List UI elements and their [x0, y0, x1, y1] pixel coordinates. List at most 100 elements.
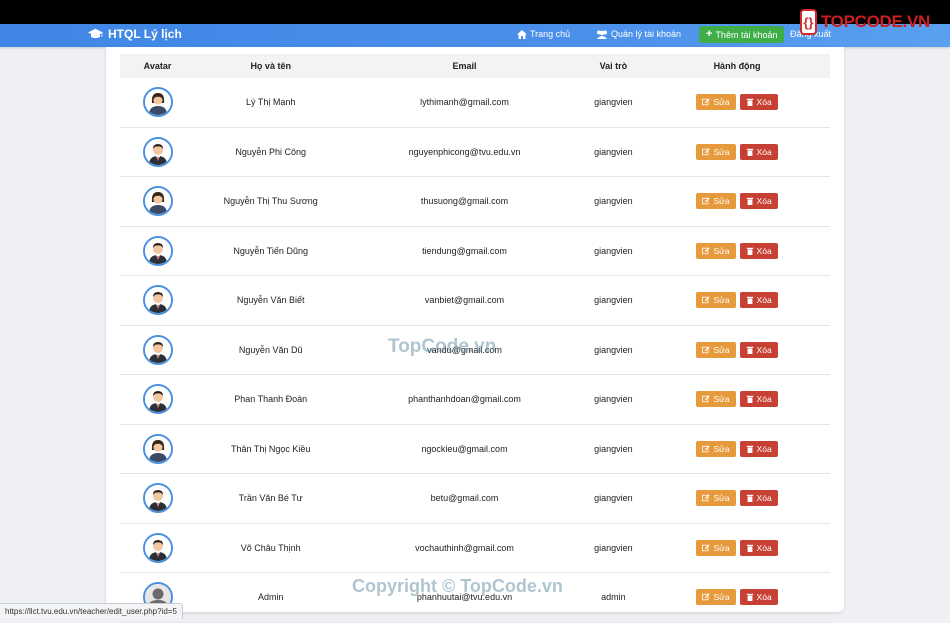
table-row: Nguyễn Thị Thu Sương thusuong@gmail.com gi…	[120, 176, 830, 227]
edit-button[interactable]: Sửa	[696, 193, 736, 210]
topcode-logo-icon: {}	[800, 9, 817, 35]
actions-cell: Sửa Xóa	[644, 127, 830, 177]
actions-cell: Sửa Xóa	[644, 325, 830, 375]
delete-label: Xóa	[756, 344, 772, 355]
delete-label: Xóa	[756, 542, 772, 553]
delete-button[interactable]: Xóa	[739, 490, 778, 507]
user-role: giangvien	[582, 127, 645, 177]
edit-label: Sửa	[713, 592, 730, 603]
user-name: Lý Thị Mạnh	[195, 78, 347, 128]
avatar	[142, 433, 173, 464]
actions-cell: Sửa Xóa	[644, 275, 830, 326]
edit-button[interactable]: Sửa	[696, 341, 736, 358]
edit-button[interactable]: Sửa	[696, 490, 736, 507]
user-role: giangvien	[582, 226, 645, 276]
edit-button[interactable]: Sửa	[696, 589, 736, 606]
user-email: vanbiet@gmail.com	[346, 275, 583, 326]
users-icon	[597, 30, 607, 39]
trash-icon	[746, 247, 753, 255]
user-email: tiendung@gmail.com	[346, 226, 583, 276]
user-email: phanthanhdoan@gmail.com	[346, 374, 583, 425]
edit-button[interactable]: Sửa	[696, 292, 736, 309]
avatar-cell	[120, 424, 196, 474]
delete-button[interactable]: Xóa	[739, 143, 778, 160]
edit-icon	[702, 197, 711, 205]
nav-accounts[interactable]: Quản lý tài khoản	[596, 29, 681, 39]
user-role: giangvien	[582, 325, 645, 375]
delete-button[interactable]: Xóa	[739, 539, 778, 556]
delete-button[interactable]: Xóa	[739, 242, 778, 259]
user-role: admin	[582, 572, 645, 623]
watermark-center: TopCode.vn	[388, 336, 497, 357]
user-role: giangvien	[582, 424, 645, 474]
graduation-cap-icon	[88, 28, 103, 39]
edit-button[interactable]: Sửa	[696, 94, 736, 111]
avatar	[142, 384, 173, 415]
delete-label: Xóa	[756, 245, 772, 256]
edit-button[interactable]: Sửa	[696, 143, 736, 160]
user-role: giangvien	[582, 473, 645, 524]
user-name: Nguyễn Thị Thu Sương	[195, 176, 347, 227]
actions-cell: Sửa Xóa	[644, 424, 830, 474]
header-name: Họ và tên	[195, 54, 347, 78]
watermark-bottom: Copyright © TopCode.vn	[352, 576, 563, 596]
edit-icon	[702, 494, 711, 502]
delete-button[interactable]: Xóa	[739, 94, 778, 111]
trash-icon	[746, 544, 753, 552]
table-row: Nguyễn Văn Biết vanbiet@gmail.com giangvie…	[120, 275, 830, 326]
user-name: Admin	[195, 572, 347, 623]
actions-cell: Sửa Xóa	[644, 473, 830, 524]
brand[interactable]: HTQL Lý lịch	[88, 27, 182, 41]
edit-button[interactable]: Sửa	[696, 539, 736, 556]
edit-icon	[702, 247, 711, 254]
trash-icon	[746, 148, 753, 156]
trash-icon	[746, 445, 753, 453]
topcode-logo: {} TOPCODE.VN	[800, 8, 930, 36]
add-account-button[interactable]: + Thêm tài khoản	[699, 26, 785, 43]
avatar	[142, 186, 173, 217]
topcode-logo-text: TOPCODE.VN	[820, 12, 930, 31]
avatar	[142, 483, 173, 514]
home-icon	[517, 29, 527, 39]
actions-cell: Sửa Xóa	[644, 176, 830, 227]
trash-icon	[746, 99, 753, 107]
user-email: thusuong@gmail.com	[346, 176, 583, 227]
user-name: Thân Thị Ngọc Kiều	[195, 424, 347, 474]
trash-icon	[746, 346, 753, 354]
user-role: giangvien	[582, 374, 645, 425]
trash-icon	[746, 297, 753, 305]
actions-cell: Sửa Xóa	[644, 226, 830, 276]
delete-button[interactable]: Xóa	[739, 292, 778, 309]
edit-button[interactable]: Sửa	[696, 391, 736, 408]
actions-cell: Sửa Xóa	[644, 572, 830, 623]
table-row: Thân Thị Ngọc Kiều ngockieu@gmail.com gian…	[120, 424, 830, 474]
delete-button[interactable]: Xóa	[739, 391, 778, 408]
status-bar-url: https://llct.tvu.edu.vn/teacher/edit_use…	[0, 603, 183, 619]
edit-label: Sửa	[713, 97, 730, 108]
avatar-cell	[120, 473, 196, 524]
edit-button[interactable]: Sửa	[696, 242, 736, 259]
delete-label: Xóa	[756, 493, 772, 504]
edit-label: Sửa	[713, 245, 730, 256]
edit-label: Sửa	[713, 344, 730, 355]
actions-cell: Sửa Xóa	[644, 523, 830, 573]
trash-icon	[746, 198, 753, 206]
user-role: giangvien	[582, 523, 645, 573]
avatar	[142, 136, 173, 167]
table-row: Nguyễn Phi Công nguyenphicong@tvu.edu.vn g…	[120, 127, 830, 177]
delete-button[interactable]: Xóa	[739, 440, 778, 457]
nav-home[interactable]: Trang chủ	[517, 29, 570, 39]
delete-label: Xóa	[756, 394, 772, 405]
actions-cell: Sửa Xóa	[644, 78, 830, 128]
edit-button[interactable]: Sửa	[696, 440, 736, 457]
user-name: Phan Thanh Đoàn	[195, 374, 347, 425]
edit-icon	[702, 296, 711, 304]
avatar	[142, 285, 173, 316]
avatar	[142, 532, 173, 563]
avatar-cell	[120, 275, 196, 326]
delete-button[interactable]: Xóa	[739, 193, 778, 210]
delete-button[interactable]: Xóa	[739, 341, 778, 358]
nav-accounts-label: Quản lý tài khoản	[611, 29, 682, 39]
delete-button[interactable]: Xóa	[739, 589, 778, 606]
edit-icon	[702, 98, 711, 106]
